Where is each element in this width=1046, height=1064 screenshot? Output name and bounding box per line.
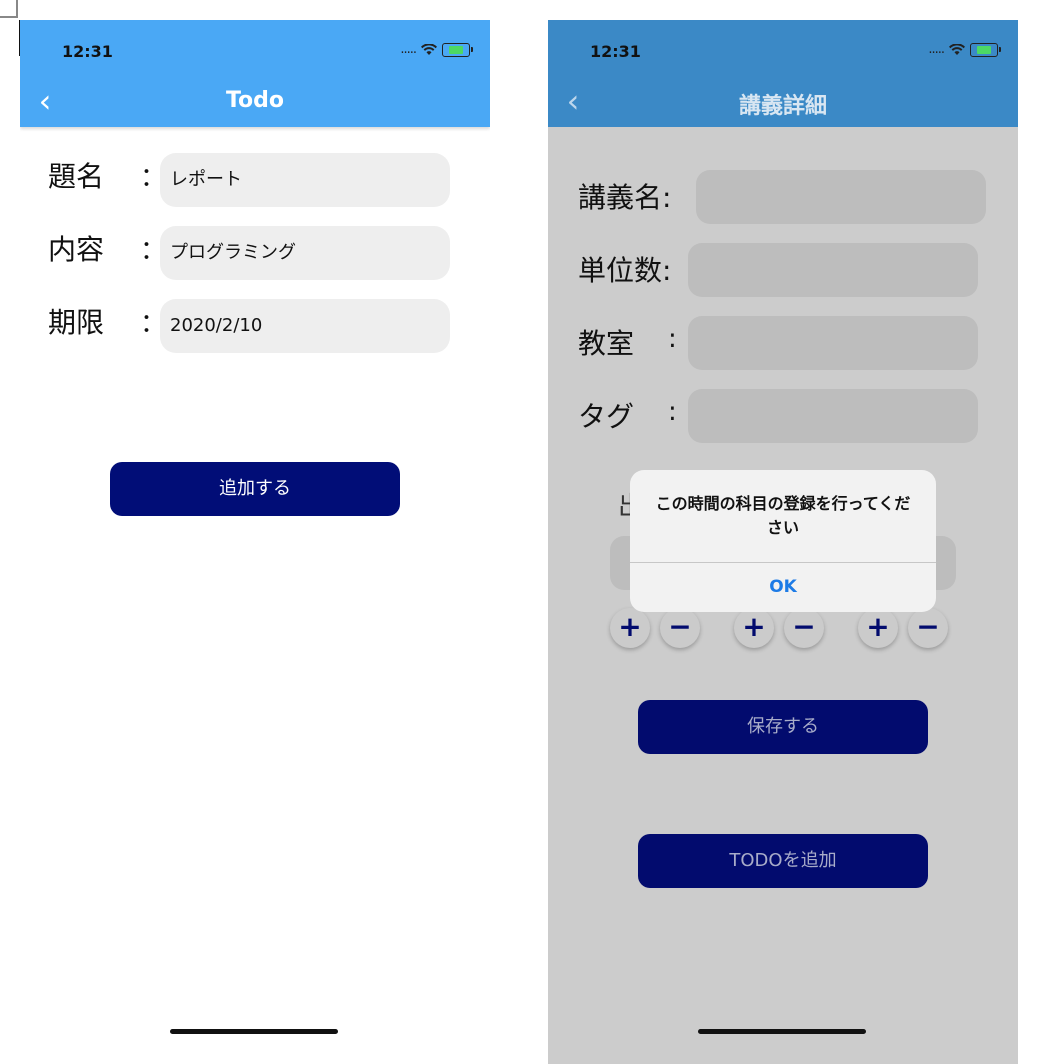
tag-label: タグ [578,400,635,433]
credits-label: 単位数: [578,254,672,287]
tag-input[interactable] [688,389,978,443]
alert-ok-button[interactable]: OK [630,563,936,612]
course-name-input[interactable] [696,170,986,224]
status-time: 12:31 [62,42,113,61]
minus-button[interactable]: − [660,608,700,648]
course-detail-screen: 12:31 ..... ‹ 講義詳細 講義名: 単位数: 教室 : タグ : +… [548,20,1018,1064]
signal-icon: ..... [928,42,945,57]
add-button[interactable]: 追加する [110,462,400,516]
title-label: 題名 [48,160,105,193]
wifi-icon [949,43,965,55]
todo-screen: 12:31 ..... ‹ Todo 題名 ： レポート 内容 ： プログラミン… [20,20,490,1064]
classroom-row: 教室 : [548,316,1018,372]
plus-button[interactable]: + [610,608,650,648]
title-row: 題名 ： レポート [20,153,490,209]
colon: : [668,324,677,354]
home-indicator [170,1029,338,1034]
status-bar: 12:31 ..... [548,20,1018,70]
home-indicator [698,1029,866,1034]
page-title: 講義詳細 [738,94,827,119]
content-row: 内容 ： プログラミング [20,226,490,282]
deadline-label: 期限 [48,306,105,339]
content-input[interactable]: プログラミング [160,226,450,280]
alert-message: この時間の科目の登録を行ってください [655,494,911,537]
deadline-input[interactable]: 2020/2/10 [160,299,450,353]
minus-button[interactable]: − [908,608,948,648]
alert-dialog: この時間の科目の登録を行ってください OK [630,470,936,612]
signal-icon: ..... [400,42,417,57]
status-bar: 12:31 ..... [20,20,490,70]
status-time: 12:31 [590,42,641,61]
deadline-row: 期限 ： 2020/2/10 [20,299,490,355]
course-name-label: 講義名: [578,181,672,214]
save-button[interactable]: 保存する [638,700,928,754]
status-icons: ..... [400,42,473,57]
tag-row: タグ : [548,389,1018,445]
status-icons: ..... [928,42,1001,57]
course-name-row: 講義名: [548,170,1018,226]
nav-bar: 12:31 ..... ‹ 講義詳細 [548,20,1018,127]
battery-icon [442,42,473,57]
title-input[interactable]: レポート [160,153,450,207]
nav-bar: 12:31 ..... ‹ Todo [20,20,490,127]
credits-row: 単位数: [548,243,1018,299]
page-title: Todo [225,88,285,113]
classroom-label: 教室 [578,327,635,360]
wifi-icon [421,43,437,55]
plus-button[interactable]: + [734,608,774,648]
plus-button[interactable]: + [858,608,898,648]
credits-input[interactable] [688,243,978,297]
minus-button[interactable]: − [784,608,824,648]
battery-icon [970,42,1001,57]
colon: : [668,397,677,427]
content-label: 内容 [48,233,105,266]
corner-marker [0,0,18,18]
add-todo-button[interactable]: TODOを追加 [638,834,928,888]
classroom-input[interactable] [688,316,978,370]
